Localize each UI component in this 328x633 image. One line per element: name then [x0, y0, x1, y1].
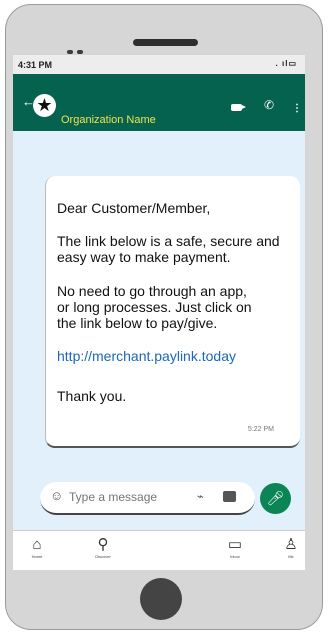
microphone-button[interactable]: 🎤︎	[260, 483, 291, 514]
signal-battery-icon: . ıl▭	[275, 59, 297, 68]
phone-screen: 4:31 PM . ıl▭ ← ★ Organization Name ✆ ⋮ …	[13, 55, 305, 570]
organization-name[interactable]: Organization Name	[61, 114, 156, 126]
profile-icon: ♙	[284, 536, 298, 553]
message-greeting: Dear Customer/Member,	[57, 200, 211, 216]
nav-home[interactable]: ⌂ Home	[17, 531, 57, 570]
message-line: easy way to make payment.	[57, 249, 231, 265]
nav-discover[interactable]: ⚲ Discover	[83, 531, 123, 570]
message-closing: Thank you.	[57, 388, 127, 404]
message-line: No need to go through an app,	[57, 283, 247, 299]
message-line: or long processes. Just click on	[57, 299, 252, 315]
chat-header: ← ★ Organization Name ✆ ⋮	[13, 74, 305, 131]
attachment-icon[interactable]: ⌁	[197, 490, 204, 503]
bottom-navigation: ⌂ Home ⚲ Discover ▭ Inbox ♙ Me	[13, 530, 305, 570]
nav-inbox[interactable]: ▭ Inbox	[215, 531, 255, 570]
status-bar: 4:31 PM . ıl▭	[13, 55, 305, 74]
camera-icon[interactable]	[223, 491, 236, 502]
nav-label: Home	[31, 554, 43, 559]
microphone-icon: 🎤︎	[266, 490, 285, 506]
inbox-icon: ▭	[227, 536, 243, 553]
search-icon: ⚲	[97, 536, 109, 553]
status-time: 4:31 PM	[18, 60, 53, 70]
emoji-icon[interactable]: ☺	[50, 488, 63, 503]
video-call-icon[interactable]	[231, 104, 246, 111]
message-line: the link below to pay/give.	[57, 315, 218, 331]
nav-label: Discover	[95, 554, 111, 559]
message-timestamp: 5:22 PM	[247, 426, 274, 433]
payment-link[interactable]: http://merchant.paylink.today	[57, 348, 236, 364]
nav-label: Inbox	[230, 554, 240, 559]
nav-label: Me	[288, 554, 294, 559]
org-avatar-star-icon[interactable]: ★	[33, 94, 56, 117]
home-button[interactable]	[140, 578, 182, 620]
nav-me[interactable]: ♙ Me	[271, 531, 305, 570]
more-menu-icon[interactable]: ⋮	[292, 103, 302, 114]
message-line: The link below is a safe, secure and	[57, 233, 280, 249]
voice-call-icon[interactable]: ✆	[264, 98, 274, 112]
speaker-grille	[133, 39, 198, 46]
sensor-dots	[67, 41, 89, 54]
message-composer: ☺ ⌁	[40, 482, 255, 515]
home-icon: ⌂	[32, 536, 42, 553]
message-input[interactable]	[69, 490, 184, 504]
message-bubble: Dear Customer/Member, The link below is …	[45, 176, 300, 448]
